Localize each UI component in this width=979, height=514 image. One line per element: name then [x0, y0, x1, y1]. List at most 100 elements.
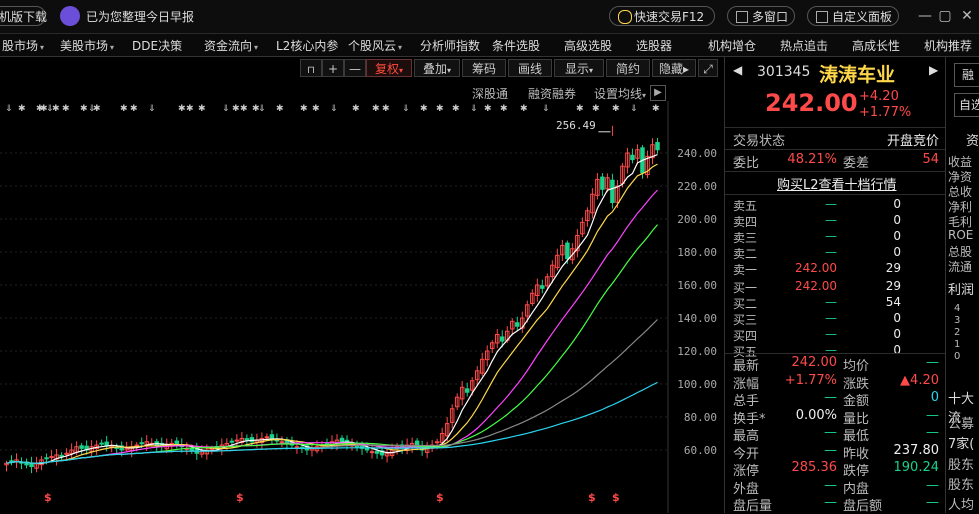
morning-report-notice[interactable]: 已为您整理今日早报 [86, 8, 194, 25]
quick-trade-icon [618, 10, 632, 24]
hide-button[interactable]: 隐藏▸ [652, 59, 696, 77]
set-ma-button[interactable]: 设置均线▾ [594, 85, 646, 102]
stat-label: 换手* [733, 411, 766, 427]
stat-value: 190.24 [893, 460, 940, 475]
bid-row[interactable]: 买四 — 0 [725, 327, 945, 343]
level-volume: 29 [885, 279, 901, 293]
close-icon[interactable]: ✕ [957, 6, 977, 26]
candle-body [79, 445, 84, 449]
robot-icon[interactable] [60, 6, 80, 26]
menu-l2[interactable]: L2核心内参 [276, 37, 338, 54]
level-price: — [825, 245, 837, 259]
draw-line-button[interactable]: 画线 [508, 59, 552, 77]
menu-hot[interactable]: 热点追击 [780, 37, 828, 54]
ask-row[interactable]: 卖一 242.00 29 [725, 261, 945, 277]
fuquan-button[interactable]: 复权▾ [366, 59, 412, 77]
shengutong-toggle[interactable]: 深股通 [472, 85, 508, 102]
candle-body [244, 438, 250, 441]
menu-analyst[interactable]: 分析师指数 [420, 37, 480, 54]
menu-condition[interactable]: 条件选股 [492, 37, 540, 54]
bid-row[interactable]: 买一 242.00 29 [725, 279, 945, 295]
level-volume: 0 [893, 197, 901, 211]
ask-row[interactable]: 卖三 — 0 [725, 229, 945, 245]
candle-body [279, 441, 285, 444]
event-marker: ✱ [612, 104, 620, 114]
stat-value: — [824, 425, 837, 440]
zoom-in-button[interactable]: + [322, 59, 344, 77]
menu-stock-market[interactable]: 股市场 ▾ [2, 37, 44, 54]
level-volume: 0 [893, 327, 901, 341]
stat-label: 盘后额 [843, 499, 883, 514]
event-marker: ✱ [240, 104, 248, 114]
holder-label-1: 股东 [948, 458, 975, 473]
l2-purchase-link[interactable]: 购买L2查看十档行情 [777, 174, 897, 193]
event-marker: ✱ [232, 104, 240, 114]
ma-line-30 [6, 224, 658, 464]
minimize-icon[interactable]: — [915, 6, 935, 26]
ask-row[interactable]: 卖四 — 0 [725, 213, 945, 229]
y-tick: 120.00 [677, 345, 717, 358]
margin-button[interactable]: 融 [954, 63, 979, 87]
dividend-marker: $ [588, 491, 596, 504]
overlay-button[interactable]: 叠加▾ [414, 59, 460, 77]
lock-icon: ⊓ [307, 65, 315, 76]
chip-button[interactable]: 筹码 [462, 59, 506, 77]
menu-inst-add[interactable]: 机构增仓 [708, 37, 756, 54]
menu-inst-rec[interactable]: 机构推荐 [924, 37, 972, 54]
peak-price-label: 256.49 [556, 119, 596, 132]
level-price: 242.00 [795, 261, 837, 275]
price-change: +4.20 [859, 89, 899, 104]
event-marker: ✱ [372, 104, 380, 114]
restore-icon[interactable]: ▢ [935, 6, 955, 26]
lock-button[interactable]: ⊓ [300, 59, 322, 77]
y-tick: 60.00 [683, 444, 717, 457]
level-label: 卖四 [733, 215, 758, 229]
multi-window-button[interactable]: 多窗口 [727, 6, 795, 26]
prev-stock-arrow[interactable]: ◀ [733, 63, 742, 77]
download-tab[interactable]: 机版下载 [0, 6, 47, 26]
collapse-arrow-icon[interactable]: ▶ [650, 85, 666, 101]
stat-value: 237.80 [893, 442, 940, 458]
y-tick: 240.00 [677, 147, 717, 160]
multi-window-label: 多窗口 [752, 10, 789, 24]
event-marker: ✱ [500, 104, 508, 114]
next-stock-arrow[interactable]: ▶ [929, 63, 938, 77]
margin-toggle[interactable]: 融资融券 [528, 85, 576, 102]
finance-tab[interactable]: 资 [966, 130, 979, 149]
quick-trade-button[interactable]: 快速交易F12 [609, 6, 715, 26]
menu-us-stock[interactable]: 美股市场 ▾ [60, 37, 114, 54]
ask-row[interactable]: 卖二 — 0 [725, 245, 945, 261]
fund-count: 7家( [948, 437, 975, 452]
zoom-out-button[interactable]: — [344, 59, 366, 77]
event-marker: ✱ [436, 104, 444, 114]
bid-row[interactable]: 买二 — 54 [725, 295, 945, 311]
menu-growth[interactable]: 高成长性 [852, 37, 900, 54]
simple-button[interactable]: 简约 [606, 59, 650, 77]
kline-chart[interactable]: ⇓ ✱ ✱✱⇓✱ ✱ ✱ ⇓✱ ✱ ✱ ⇓ ✱ ✱ ✱ ⇓ ✱ ✱ ✱⇓ ✱ ✱ ✱ ⇓ ✱ ✱ ✱ ⇓ ✱ ✱ ✱ ⇓ ✱ ✱ ✱ ⇓ ✱ ✱ ✱… [0, 101, 722, 513]
custom-panel-icon [816, 11, 828, 23]
expand-button[interactable]: ⤢ [698, 59, 718, 77]
menu-selector[interactable]: 选股器 [636, 37, 672, 54]
candle-body [434, 441, 440, 444]
level-price: — [825, 197, 837, 211]
menu-stock-risk[interactable]: 个股风云 ▾ [348, 37, 402, 54]
menu-dde[interactable]: DDE决策 [132, 37, 182, 54]
candle-body [610, 179, 615, 204]
candle-body [339, 437, 345, 443]
watchlist-button[interactable]: 自选 [954, 93, 979, 117]
profit-axis-tick: 4 [954, 303, 961, 314]
y-tick: 100.00 [677, 378, 717, 391]
bid-row[interactable]: 买三 — 0 [725, 311, 945, 327]
y-tick: 180.00 [677, 246, 717, 259]
candle-body [249, 437, 255, 443]
stat-value: — [926, 495, 939, 510]
custom-panel-button[interactable]: 自定义面板 [807, 6, 899, 26]
dividend-marker: $ [436, 491, 444, 504]
event-marker: ⇓ [5, 104, 13, 114]
display-button[interactable]: 显示▾ [554, 59, 604, 77]
quick-trade-label: 快速交易F12 [634, 10, 705, 24]
menu-fund-flow[interactable]: 资金流向 ▾ [204, 37, 258, 54]
ask-row[interactable]: 卖五 — 0 [725, 197, 945, 213]
event-marker: ✱ [382, 104, 390, 114]
menu-advanced[interactable]: 高级选股 [564, 37, 612, 54]
